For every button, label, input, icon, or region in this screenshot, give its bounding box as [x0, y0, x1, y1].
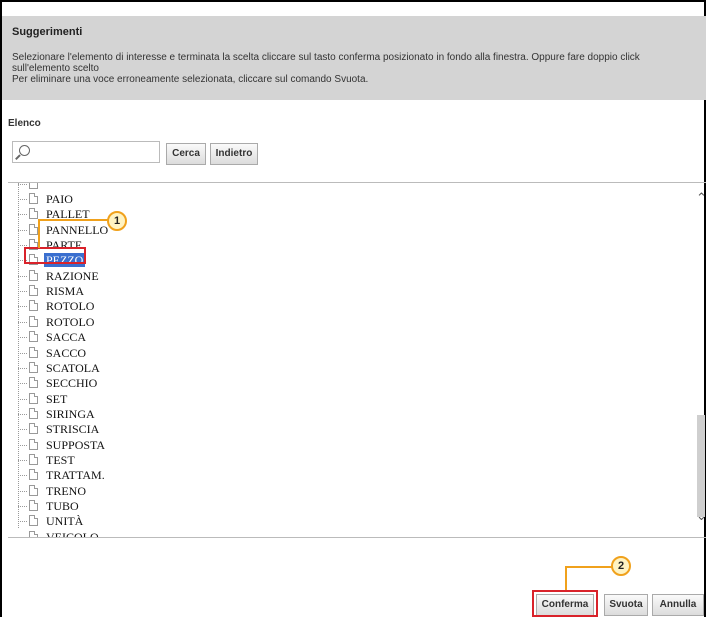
suggestions-title: Suggerimenti [12, 26, 83, 38]
document-icon [29, 269, 38, 281]
clear-button[interactable]: Svuota [604, 594, 648, 616]
suggestions-panel: Suggerimenti Selezionare l'elemento di i… [2, 16, 706, 100]
document-icon [29, 423, 38, 435]
document-icon [29, 392, 38, 404]
list-item-label: TEST [46, 452, 75, 467]
document-icon [29, 515, 38, 527]
callout-1-line [38, 220, 40, 248]
confirm-highlight-box [532, 590, 598, 617]
list-item-label: PANNELLO [46, 222, 109, 237]
suggestions-line-2: sull'elemento scelto [12, 63, 99, 74]
callout-1: 1 [107, 211, 127, 231]
list-item-label: SIRINGA [46, 406, 95, 421]
document-icon [29, 484, 38, 496]
document-icon [29, 285, 38, 297]
list-item-label: PAIO [46, 192, 73, 206]
list-item-label: RISMA [46, 284, 85, 299]
document-icon [29, 193, 38, 204]
list-item-label: RAZIONE [46, 268, 99, 283]
list-item-label: STRISCIA [46, 422, 100, 437]
list-item-label: ROTOLO [46, 299, 95, 314]
document-icon [29, 469, 38, 481]
list-item-label: TRENO [46, 483, 86, 498]
scrollbar-thumb[interactable] [697, 415, 705, 517]
cancel-button[interactable]: Annulla [652, 594, 704, 616]
list-item-label: SET [46, 391, 68, 406]
tree-list[interactable]: PAIO PALLET PANNELLO PARTE PEZZO RAZIONE RISMA… [8, 182, 706, 538]
document-icon [29, 453, 38, 465]
back-button[interactable]: Indietro [210, 143, 258, 165]
list-item-label: TRATTAM. [46, 468, 105, 483]
search-button[interactable]: Cerca [166, 143, 206, 165]
callout-2-line [565, 567, 567, 591]
callout-2-line-h [565, 566, 613, 568]
document-icon [29, 223, 38, 235]
document-icon [29, 500, 38, 511]
list-item-label: SACCA [46, 330, 87, 345]
list-item-label: TUBO [46, 499, 79, 513]
document-icon [29, 300, 38, 312]
document-icon [29, 407, 38, 419]
suggestions-line-1: Selezionare l'elemento di interesse e te… [12, 52, 640, 63]
list-item-label: ROTOLO [46, 314, 95, 329]
list-item-label: SCATOLA [46, 360, 100, 375]
document-icon [29, 346, 38, 358]
document-icon [29, 315, 38, 327]
list-item-label: SACCO [46, 345, 87, 360]
document-icon [29, 530, 38, 537]
search-icon [19, 145, 30, 156]
document-icon [29, 208, 38, 220]
callout-1-line-h [38, 219, 108, 221]
document-icon [29, 331, 38, 343]
document-icon [29, 183, 38, 189]
callout-2: 2 [611, 556, 631, 576]
chevron-up-icon[interactable]: ⌃ [696, 190, 707, 206]
list-item-label: VEICOLO [46, 529, 99, 538]
list-item-label: UNITÀ [46, 514, 84, 529]
list-item-label: SECCHIO [46, 376, 98, 391]
suggestions-line-3: Per eliminare una voce erroneamente sele… [12, 74, 369, 85]
document-icon [29, 377, 38, 389]
document-icon [29, 438, 38, 450]
selection-highlight-box [24, 247, 86, 264]
list-title: Elenco [8, 118, 41, 129]
list-item-label: SUPPOSTA [46, 437, 106, 452]
search-input[interactable] [12, 141, 160, 163]
document-icon [29, 361, 38, 373]
